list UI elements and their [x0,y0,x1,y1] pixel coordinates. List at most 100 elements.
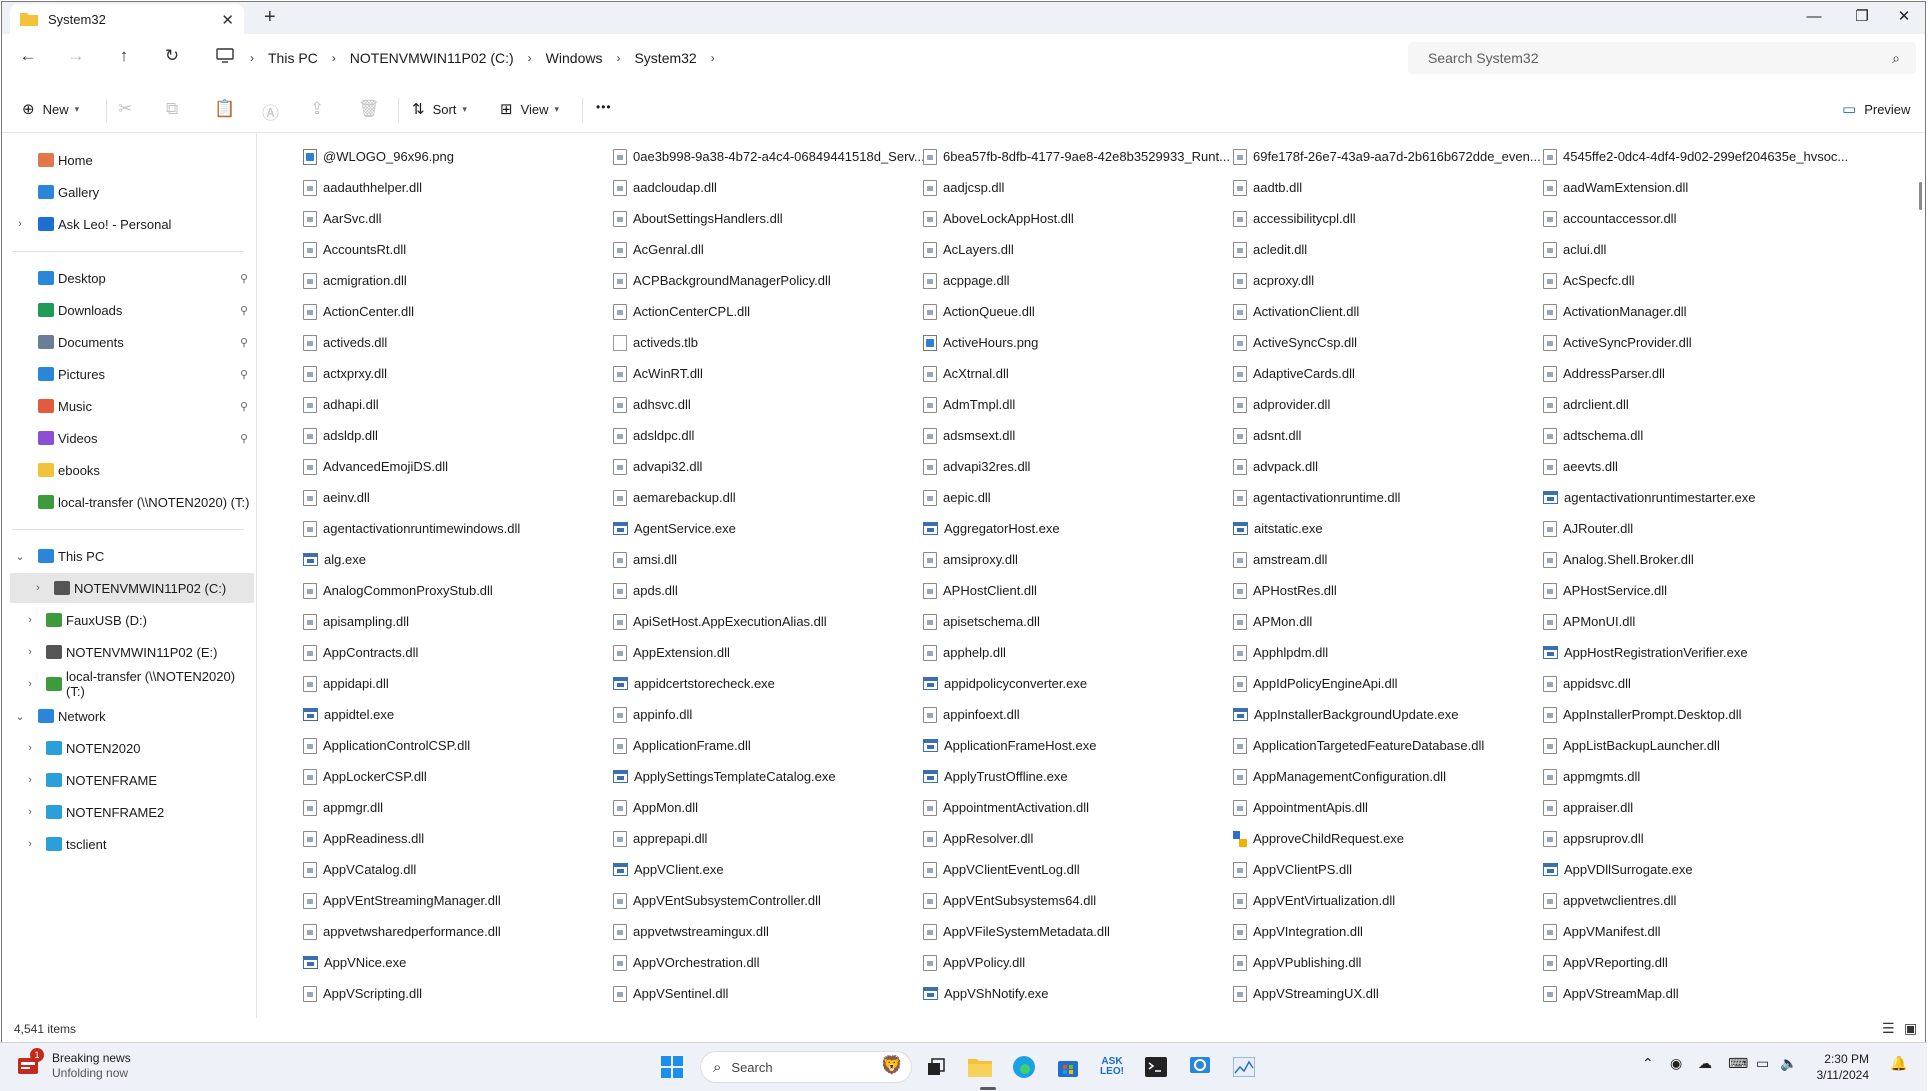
refresh-button[interactable]: ↻ [160,46,184,66]
view-button[interactable]: ⊞ View ▾ [500,100,559,118]
sidebar-item[interactable]: Gallery [2,177,254,207]
file-item[interactable]: APMonUI.dll [1543,606,1853,637]
tab-close-icon[interactable]: ✕ [221,11,234,29]
file-item[interactable]: 0ae3b998-9a38-4b72-a4c4-06849441518d_Ser… [613,141,923,172]
file-item[interactable]: adsldpc.dll [613,420,923,451]
cut-icon[interactable]: ✂ [118,99,132,119]
file-item[interactable]: AdmTmpl.dll [923,389,1233,420]
file-item[interactable]: AppVFileSystemMetadata.dll [923,916,1233,947]
file-item[interactable]: activeds.tlb [613,327,923,358]
file-item[interactable]: APMon.dll [1233,606,1543,637]
file-item[interactable]: AppVClient.exe [613,854,923,885]
file-item[interactable]: AppVIntegration.dll [1233,916,1543,947]
file-item[interactable]: appinfo.dll [613,699,923,730]
file-item[interactable]: AcSpecfc.dll [1543,265,1853,296]
file-item[interactable]: AppHostRegistrationVerifier.exe [1543,637,1853,668]
file-item[interactable]: amsiproxy.dll [923,544,1233,575]
file-item[interactable]: AppExtension.dll [613,637,923,668]
chevron-right-icon[interactable]: › [32,582,44,594]
file-item[interactable]: adtschema.dll [1543,420,1853,451]
file-item[interactable]: AnalogCommonProxyStub.dll [303,575,613,606]
file-item[interactable]: AppVEntStreamingManager.dll [303,885,613,916]
file-item[interactable]: AppVScripting.dll [303,978,613,1009]
file-item[interactable]: adhapi.dll [303,389,613,420]
file-item[interactable]: aadauthhelper.dll [303,172,613,203]
chevron-right-icon[interactable]: › [14,218,26,230]
file-item[interactable]: agentactivationruntimestarter.exe [1543,482,1853,513]
file-item[interactable]: AcGenral.dll [613,234,923,265]
sidebar-item[interactable]: Videos ⚲ [2,423,254,453]
file-item[interactable]: ApplySettingsTemplateCatalog.exe [613,761,923,792]
file-item[interactable]: ApproveChildRequest.exe [1233,823,1543,854]
sort-button[interactable]: ⇅ Sort ▾ [412,100,467,118]
file-item[interactable]: AppReadiness.dll [303,823,613,854]
file-item[interactable]: ActiveHours.png [923,327,1233,358]
file-item[interactable]: AppointmentActivation.dll [923,792,1233,823]
store-icon[interactable] [1054,1053,1082,1081]
sidebar-item[interactable]: ⌄ Network [2,701,254,731]
file-item[interactable]: AppVManifest.dll [1543,916,1853,947]
file-item[interactable]: aemarebackup.dll [613,482,923,513]
file-item[interactable]: Analog.Shell.Broker.dll [1543,544,1853,575]
file-item[interactable]: AppVDllSurrogate.exe [1543,854,1853,885]
preview-button[interactable]: ▭ Preview [1842,100,1910,118]
chevron-right-icon[interactable]: › [24,838,36,850]
file-item[interactable]: @WLOGO_96x96.png [303,141,613,172]
clock[interactable]: 2:30 PM 3/11/2024 [1817,1051,1870,1083]
file-item[interactable]: AppVCatalog.dll [303,854,613,885]
file-item[interactable]: 69fe178f-26e7-43a9-aa7d-2b616b672dde_eve… [1233,141,1543,172]
file-item[interactable]: ApplicationTargetedFeatureDatabase.dll [1233,730,1543,761]
file-item[interactable]: accountaccessor.dll [1543,203,1853,234]
sidebar-item[interactable]: Home [2,145,254,175]
file-item[interactable]: AboutSettingsHandlers.dll [613,203,923,234]
chevron-up-icon[interactable]: ⌃ [1642,1055,1654,1072]
file-item[interactable]: ACPBackgroundManagerPolicy.dll [613,265,923,296]
news-widget[interactable]: 1 Breaking news Unfolding now [16,1048,131,1081]
chevron-right-icon[interactable]: › [24,678,36,690]
sidebar-item[interactable]: › NOTENVMWIN11P02 (C:) [10,573,254,603]
file-item[interactable]: adsldp.dll [303,420,613,451]
sidebar-item[interactable]: › NOTEN2020 [2,733,254,763]
file-item[interactable]: ActivationManager.dll [1543,296,1853,327]
maximize-button[interactable]: ❐ [1840,4,1884,30]
file-item[interactable]: aepic.dll [923,482,1233,513]
file-item[interactable]: appraiser.dll [1543,792,1853,823]
sidebar-item[interactable]: Music ⚲ [2,391,254,421]
file-item[interactable]: ActionCenterCPL.dll [613,296,923,327]
file-item[interactable]: ActiveSyncProvider.dll [1543,327,1853,358]
file-item[interactable]: ActionCenter.dll [303,296,613,327]
file-item[interactable]: AppListBackupLauncher.dll [1543,730,1853,761]
file-item[interactable]: apds.dll [613,575,923,606]
file-item[interactable]: aadjcsp.dll [923,172,1233,203]
keyboard-icon[interactable]: ⌨ [1728,1055,1748,1072]
file-item[interactable]: AddressParser.dll [1543,358,1853,389]
file-explorer-icon[interactable] [966,1053,994,1081]
delete-icon[interactable]: 🗑 [358,99,380,119]
file-item[interactable]: acproxy.dll [1233,265,1543,296]
new-tab-button[interactable]: + [264,6,276,29]
file-item[interactable]: APHostService.dll [1543,575,1853,606]
ask-leo-icon[interactable]: ASK LEO! [1098,1053,1126,1081]
scrollbar-thumb[interactable] [1919,182,1922,210]
file-item[interactable]: adsmsext.dll [923,420,1233,451]
breadcrumb-drive[interactable]: NOTENVMWIN11P02 (C:) [344,50,520,66]
file-item[interactable]: acledit.dll [1233,234,1543,265]
file-item[interactable]: appidpolicyconverter.exe [923,668,1233,699]
onedrive-icon[interactable]: ☁ [1698,1055,1712,1072]
file-item[interactable]: ApplicationControlCSP.dll [303,730,613,761]
back-button[interactable]: ← [16,46,40,66]
file-item[interactable]: AppIdPolicyEngineApi.dll [1233,668,1543,699]
file-item[interactable]: aitstatic.exe [1233,513,1543,544]
display-icon[interactable]: ▭ [1756,1055,1769,1072]
file-item[interactable]: AppVEntSubsystems64.dll [923,885,1233,916]
breadcrumb-this-pc[interactable]: This PC [262,50,324,66]
magnifier-app-icon[interactable] [1186,1053,1214,1081]
file-item[interactable]: ActivationClient.dll [1233,296,1543,327]
file-item[interactable]: appvetwsharedperformance.dll [303,916,613,947]
file-item[interactable]: 6bea57fb-8dfb-4177-9ae8-42e8b3529933_Run… [923,141,1233,172]
sidebar-item[interactable]: Documents ⚲ [2,327,254,357]
file-item[interactable]: AcXtrnal.dll [923,358,1233,389]
file-item[interactable]: AppVOrchestration.dll [613,947,923,978]
file-item[interactable]: aadcloudap.dll [613,172,923,203]
sidebar-item[interactable]: Downloads ⚲ [2,295,254,325]
